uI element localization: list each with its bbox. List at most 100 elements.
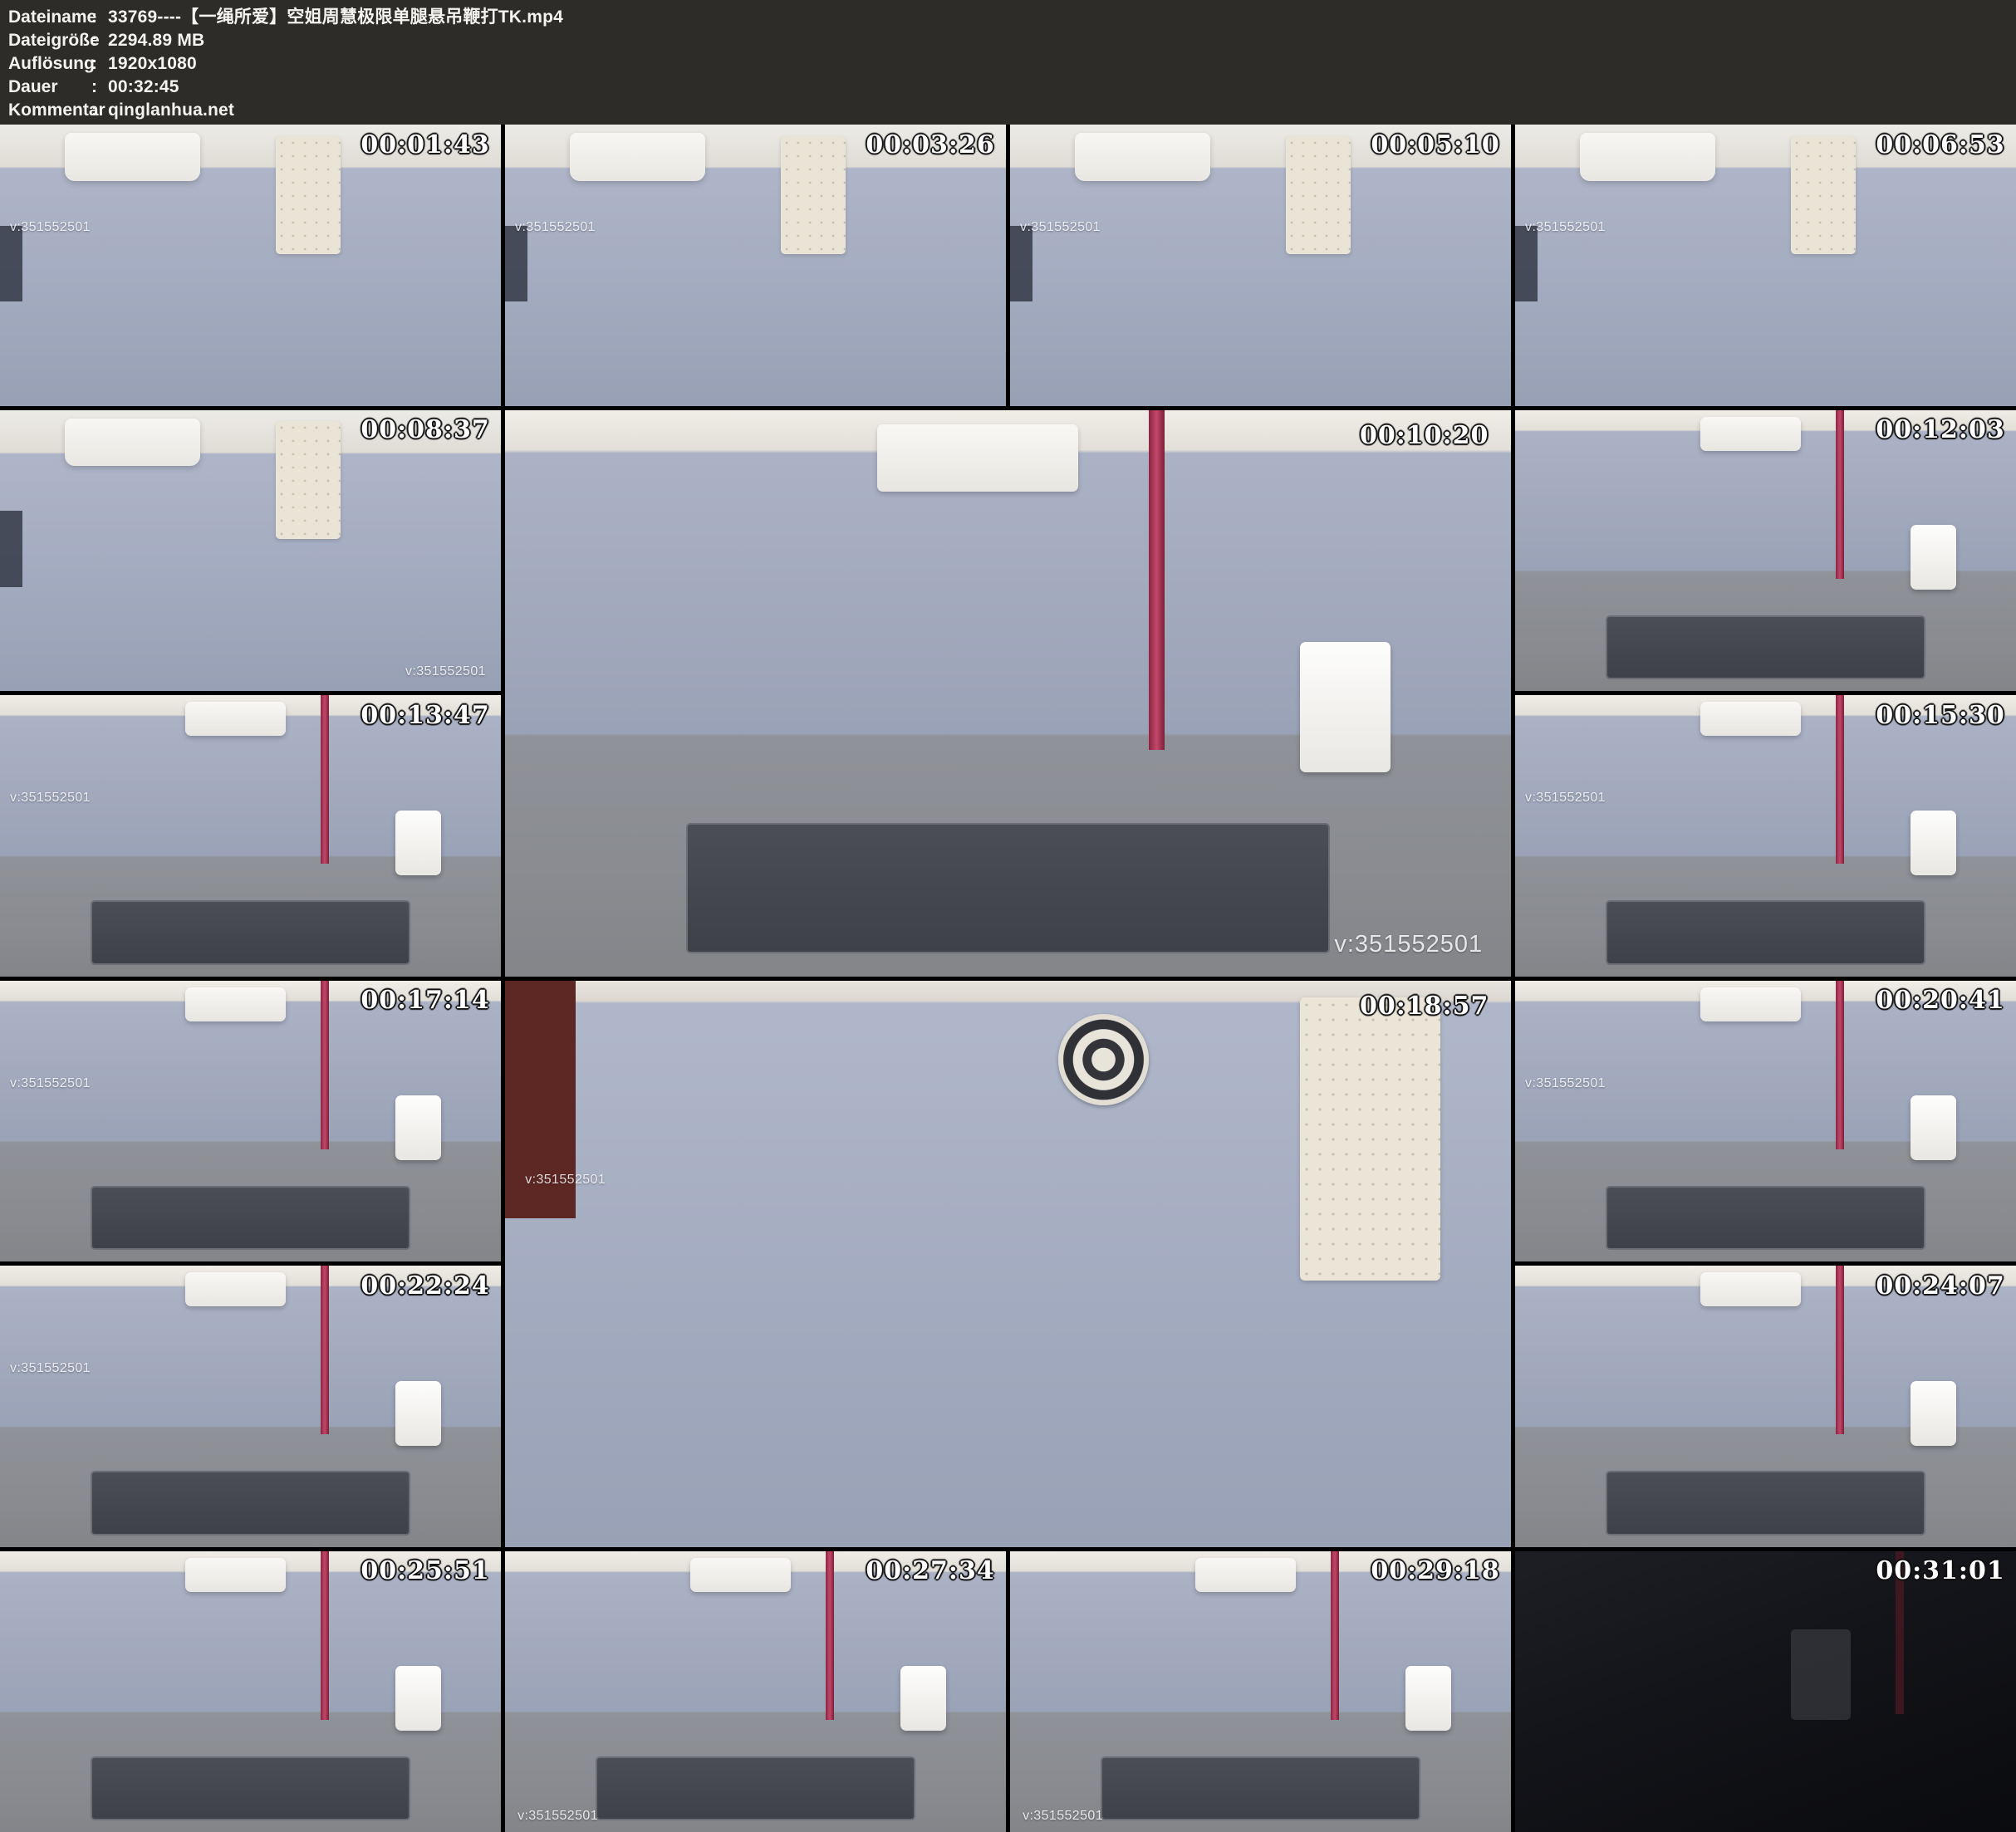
meta-filesize: Dateigröße : 2294.89 MB bbox=[8, 29, 2016, 52]
scene-prop-floor-icon bbox=[1606, 615, 1926, 680]
video-thumbnail: 00:31:01 bbox=[1515, 1551, 2016, 1832]
timestamp-overlay: 00:17:14 bbox=[361, 986, 489, 1015]
scene-prop-object-icon bbox=[395, 811, 440, 875]
scene-prop-appliance-icon bbox=[1075, 133, 1210, 181]
scene-prop-object-icon bbox=[1791, 136, 1856, 254]
scene-prop-appliance-icon bbox=[185, 702, 286, 736]
timestamp-overlay: 00:06:53 bbox=[1876, 130, 2004, 159]
scene-prop-object-icon bbox=[1300, 642, 1391, 772]
scene-prop-floor-icon bbox=[686, 823, 1330, 953]
timestamp-overlay: 00:05:10 bbox=[1371, 130, 1499, 159]
thumbnail-grid: v:351552501 00:01:43 v:351552501 00:03:2… bbox=[0, 125, 2016, 1832]
video-thumbnail: 00:12:03 bbox=[1515, 410, 2016, 692]
meta-comment: Kommentar : qinglanhua.net bbox=[8, 99, 2016, 122]
scene-prop-object-icon bbox=[1911, 525, 1955, 590]
meta-value: 00:32:45 bbox=[108, 76, 179, 99]
timestamp-overlay: 00:03:26 bbox=[866, 130, 994, 159]
video-thumbnail: v:351552501 00:18:57 bbox=[505, 981, 1511, 1547]
watermark-text: v:351552501 bbox=[517, 1809, 598, 1824]
scene-prop-fixture-icon bbox=[321, 1266, 329, 1434]
timestamp-overlay: 00:13:47 bbox=[361, 701, 489, 730]
scene-prop-appliance-icon bbox=[185, 1272, 286, 1306]
timestamp-overlay: 00:27:34 bbox=[866, 1556, 994, 1585]
video-thumbnail: v:351552501 00:22:24 bbox=[0, 1266, 501, 1547]
scene-prop-appliance-icon bbox=[1700, 987, 1801, 1021]
timestamp-overlay: 00:25:51 bbox=[361, 1556, 489, 1585]
scene-prop-fixture-icon bbox=[1149, 410, 1165, 750]
scene-prop-object-icon bbox=[1405, 1666, 1450, 1731]
watermark-text: v:351552501 bbox=[10, 1361, 91, 1376]
video-thumbnail: v:351552501 00:13:47 bbox=[0, 695, 501, 977]
watermark-text: v:351552501 bbox=[515, 220, 596, 235]
video-thumbnail: v:351552501 00:10:20 bbox=[505, 410, 1511, 977]
scene-prop-object-icon bbox=[1286, 136, 1351, 254]
meta-duration: Dauer : 00:32:45 bbox=[8, 76, 2016, 99]
scene-prop-fixture-icon bbox=[321, 695, 329, 864]
video-thumbnail: v:351552501 00:17:14 bbox=[0, 981, 501, 1262]
scene-prop-floor-icon bbox=[1606, 900, 1926, 965]
watermark-text: v:351552501 bbox=[1020, 220, 1101, 235]
watermark-text: v:351552501 bbox=[10, 1076, 91, 1091]
meta-value: 1920x1080 bbox=[108, 52, 197, 76]
watermark-text: v:351552501 bbox=[1334, 931, 1483, 958]
meta-separator: : bbox=[91, 76, 108, 99]
scene-prop-object-icon bbox=[1911, 1381, 1955, 1446]
scene-prop-appliance-icon bbox=[690, 1558, 791, 1592]
scene-prop-fixture-icon bbox=[321, 981, 329, 1149]
scene-prop-appliance-icon bbox=[1700, 702, 1801, 736]
watermark-text: v:351552501 bbox=[1525, 1076, 1606, 1091]
scene-prop-fixture-icon bbox=[826, 1551, 834, 1720]
scene-prop-floor-icon bbox=[596, 1756, 916, 1821]
meta-label: Kommentar bbox=[8, 99, 91, 122]
meta-label: Dauer bbox=[8, 76, 91, 99]
scene-prop-fixture-icon bbox=[321, 1551, 329, 1720]
meta-label: Dateiname bbox=[8, 6, 91, 29]
video-thumbnail: v:351552501 00:01:43 bbox=[0, 125, 501, 406]
scene-prop-floor-icon bbox=[91, 1756, 411, 1821]
meta-separator: : bbox=[91, 52, 108, 76]
timestamp-overlay: 00:15:30 bbox=[1876, 701, 2004, 730]
timestamp-overlay: 00:10:20 bbox=[1360, 421, 1489, 450]
meta-value: qinglanhua.net bbox=[108, 99, 234, 122]
meta-value: 2294.89 MB bbox=[108, 29, 204, 52]
timestamp-overlay: 00:20:41 bbox=[1876, 986, 2004, 1015]
video-thumbnail: 00:25:51 bbox=[0, 1551, 501, 1832]
scene-prop-object-icon bbox=[276, 421, 341, 539]
watermark-text: v:351552501 bbox=[10, 791, 91, 806]
scene-prop-object-icon bbox=[1911, 1095, 1955, 1160]
scene-prop-appliance-icon bbox=[1700, 1272, 1801, 1306]
scene-prop-floor-icon bbox=[91, 1471, 411, 1536]
scene-prop-floor-icon bbox=[91, 900, 411, 965]
scene-prop-floor-icon bbox=[1606, 1471, 1926, 1536]
video-thumbnail: v:351552501 00:27:34 bbox=[505, 1551, 1006, 1832]
scene-prop-object-icon bbox=[781, 136, 846, 254]
scene-prop-appliance-icon bbox=[1580, 133, 1715, 181]
video-thumbnail: v:351552501 00:29:18 bbox=[1010, 1551, 1511, 1832]
video-thumbnail: v:351552501 00:08:37 bbox=[0, 410, 501, 692]
watermark-text: v:351552501 bbox=[1023, 1809, 1103, 1824]
watermark-text: v:351552501 bbox=[525, 1173, 606, 1188]
scene-prop-appliance-icon bbox=[877, 424, 1078, 492]
video-thumbnail: 00:24:07 bbox=[1515, 1266, 2016, 1547]
watermark-text: v:351552501 bbox=[1525, 791, 1606, 806]
meta-separator: : bbox=[91, 99, 108, 122]
timestamp-overlay: 00:22:24 bbox=[361, 1271, 489, 1301]
scene-prop-object-icon bbox=[1791, 1629, 1851, 1719]
video-thumbnail: v:351552501 00:05:10 bbox=[1010, 125, 1511, 406]
timestamp-overlay: 00:08:37 bbox=[361, 415, 489, 444]
timestamp-overlay: 00:12:03 bbox=[1876, 415, 2004, 444]
scene-prop-fixture-icon bbox=[1331, 1551, 1339, 1720]
scene-prop-floor-icon bbox=[1606, 1186, 1926, 1251]
scene-prop-object-icon bbox=[1300, 997, 1441, 1281]
scene-prop-fixture-icon bbox=[1836, 1266, 1844, 1434]
meta-label: Dateigröße bbox=[8, 29, 91, 52]
timestamp-overlay: 00:18:57 bbox=[1360, 992, 1489, 1021]
watermark-text: v:351552501 bbox=[1525, 220, 1606, 235]
scene-prop-fixture-icon bbox=[1010, 226, 1033, 301]
meta-filename: Dateiname : 33769----【一绳所爱】空姐周慧极限单腿悬吊鞭打T… bbox=[8, 6, 2016, 29]
scene-prop-fixture-icon bbox=[0, 511, 22, 586]
video-thumbnail: v:351552501 00:03:26 bbox=[505, 125, 1006, 406]
scene-prop-object-icon bbox=[1911, 811, 1955, 875]
scene-prop-fixture-icon bbox=[1515, 226, 1538, 301]
video-thumbnail: v:351552501 00:15:30 bbox=[1515, 695, 2016, 977]
